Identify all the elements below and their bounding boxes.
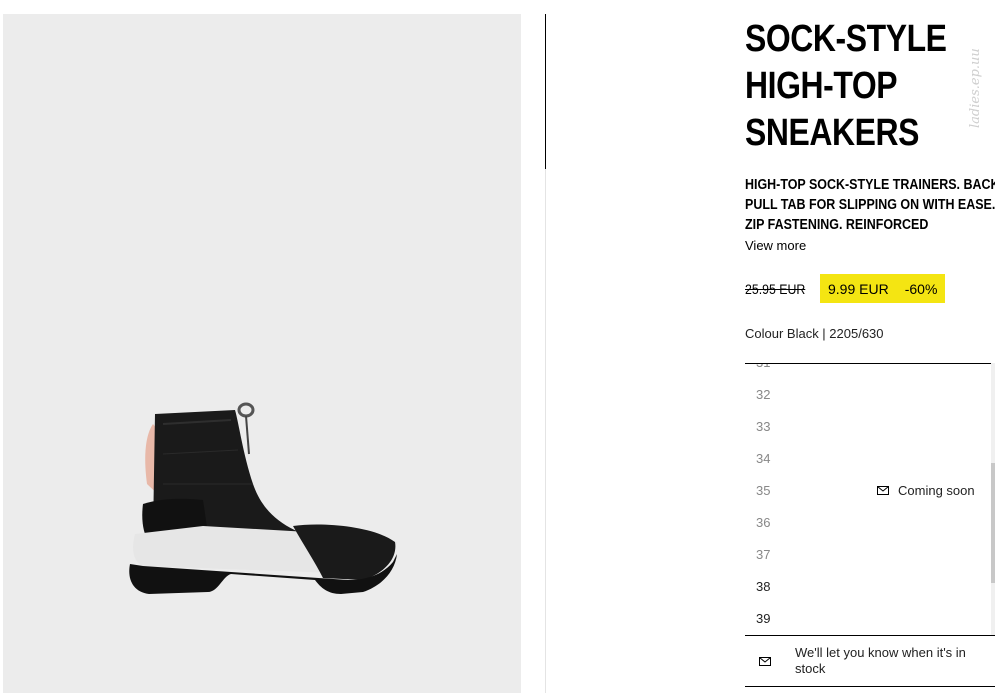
notify-text: We'll let you know when it's in stock xyxy=(795,645,966,676)
coming-soon-notice[interactable]: Coming soon xyxy=(877,483,975,498)
product-details: SOCK-STYLE HIGH-TOP SNEAKERS HIGH-TOP SO… xyxy=(745,0,995,693)
column-divider xyxy=(545,14,546,169)
size-option-38[interactable]: 38 xyxy=(756,579,770,594)
size-list-scrollbar-thumb[interactable] xyxy=(991,463,995,583)
old-price: 25.95 EUR xyxy=(745,280,806,297)
view-more-link[interactable]: View more xyxy=(745,238,806,253)
size-option-34[interactable]: 34 xyxy=(756,451,770,466)
colour-info: Colour Black | 2205/630 xyxy=(745,326,884,341)
envelope-icon xyxy=(877,486,889,495)
size-option-37[interactable]: 37 xyxy=(756,547,770,562)
column-divider-light xyxy=(545,169,546,693)
zip-pull xyxy=(237,402,255,418)
size-option-36[interactable]: 36 xyxy=(756,515,770,530)
description-line: ZIP FASTENING. REINFORCED xyxy=(745,217,929,233)
size-option-32[interactable]: 32 xyxy=(756,387,770,402)
notify-me-box[interactable]: We'll let you know when it's in stock xyxy=(745,635,995,687)
discount-percent: -60% xyxy=(904,280,938,297)
product-image-panel[interactable] xyxy=(3,14,521,693)
product-title: SOCK-STYLE HIGH-TOP SNEAKERS xyxy=(745,16,955,157)
sale-badge: 9.99 EUR -60% xyxy=(820,274,946,303)
size-option-33[interactable]: 33 xyxy=(756,419,770,434)
envelope-icon xyxy=(759,656,771,666)
title-line: SNEAKERS xyxy=(745,112,920,154)
coming-soon-label: Coming soon xyxy=(898,483,975,498)
size-option-39[interactable]: 39 xyxy=(756,611,770,626)
size-option-35[interactable]: 35 xyxy=(756,483,770,498)
product-description: HIGH-TOP SOCK-STYLE TRAINERS. BACK PULL … xyxy=(745,175,995,235)
title-line: HIGH-TOP xyxy=(745,65,898,107)
size-selector[interactable]: 31 32 33 34 35 36 37 38 39 Coming soon xyxy=(745,363,995,635)
price-row: 25.95 EUR 9.99 EUR -60% xyxy=(745,274,946,303)
product-image xyxy=(129,402,397,594)
description-line: PULL TAB FOR SLIPPING ON WITH EASE. xyxy=(745,197,995,213)
sale-price: 9.99 EUR xyxy=(828,280,889,297)
description-line: HIGH-TOP SOCK-STYLE TRAINERS. BACK xyxy=(745,177,995,193)
title-line: SOCK-STYLE xyxy=(745,18,947,60)
size-option-31[interactable]: 31 xyxy=(756,364,770,370)
watermark: ladies.ep.uu xyxy=(968,48,983,128)
